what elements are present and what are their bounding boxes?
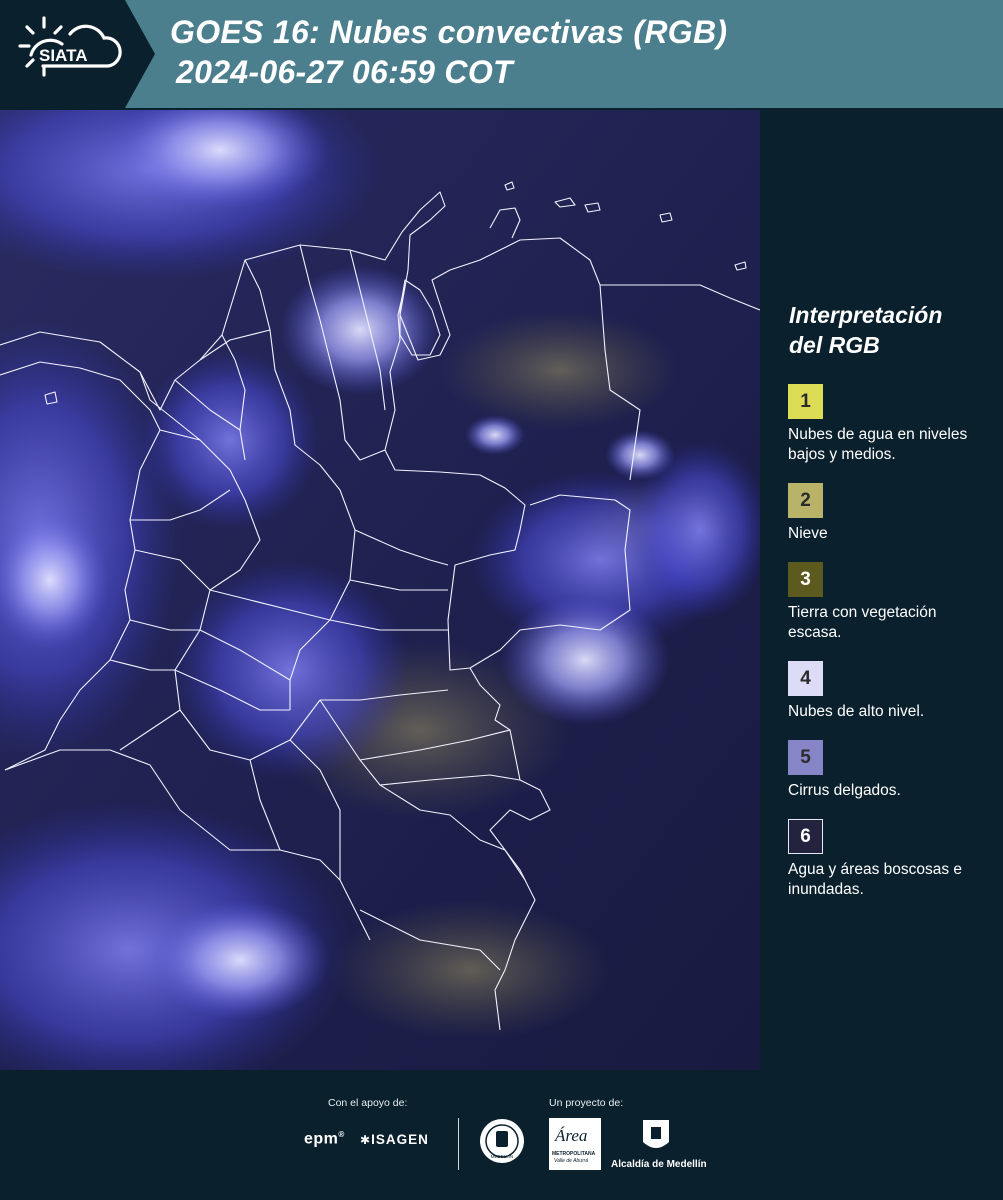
siata-logo: SIATA (0, 0, 155, 108)
seal-text: MEDELLÍN (491, 1153, 514, 1159)
legend-number: 3 (800, 568, 811, 590)
legend-label: Cirrus delgados. (788, 782, 901, 799)
isagen-logo: ✱ISAGEN (360, 1132, 429, 1147)
isagen-icon: ✱ (360, 1133, 372, 1147)
legend-title-line2: del RGB (789, 332, 880, 358)
alcaldia-logo-text: Alcaldía de Medellín (611, 1159, 707, 1170)
legend-label: Agua y áreas boscosas e inundadas. (788, 861, 963, 898)
legend-number: 6 (800, 825, 811, 847)
epm-logo: epm® (304, 1130, 345, 1148)
header: SIATA GOES 16: Nubes convectivas (RGB) 2… (0, 0, 1003, 108)
satellite-map[interactable] (0, 110, 760, 1070)
legend-number: 5 (800, 746, 811, 768)
page-datetime: 2024-06-27 06:59 COT (176, 54, 513, 90)
legend-item-2: 2 Nieve (788, 483, 990, 544)
legend-label: Tierra con vegetación escasa. (788, 604, 937, 641)
area-logo-sub: METROPOLITANA (552, 1151, 596, 1157)
legend-item-3: 3 Tierra con vegetación escasa. (788, 562, 990, 643)
legend-number: 4 (800, 667, 811, 689)
legend-swatch: 5 (788, 740, 823, 775)
legend-number: 1 (800, 390, 811, 412)
footer-divider (458, 1118, 459, 1170)
legend-label: Nubes de alto nivel. (788, 703, 925, 720)
medellin-seal-icon: MEDELLÍN (478, 1117, 526, 1165)
footer: Con el apoyo de: Un proyecto de: epm® ✱I… (0, 1070, 1003, 1200)
siata-logo-text: SIATA (39, 46, 87, 65)
page-title: GOES 16: Nubes convectivas (RGB) (170, 14, 728, 50)
area-metropolitana-logo: Área METROPOLITANA Valle de Aburrá (549, 1118, 601, 1170)
area-logo-text: Área (555, 1126, 588, 1145)
legend-label: Nubes de agua en niveles bajos y medios. (788, 426, 968, 463)
alcaldia-shield-icon (640, 1118, 672, 1156)
area-logo-sub2: Valle de Aburrá (554, 1158, 589, 1164)
legend-item-6: 6 Agua y áreas boscosas e inundadas. (788, 819, 990, 900)
project-label: Un proyecto de: (549, 1097, 624, 1109)
isagen-logo-text: ISAGEN (371, 1132, 429, 1147)
legend-swatch: 1 (788, 384, 823, 419)
legend-label: Nieve (788, 525, 828, 542)
legend-item-5: 5 Cirrus delgados. (788, 740, 990, 801)
epm-logo-text: epm (304, 1130, 339, 1148)
legend-title-line1: Interpretación (789, 302, 943, 328)
legend-swatch: 4 (788, 661, 823, 696)
legend-swatch: 3 (788, 562, 823, 597)
support-label: Con el apoyo de: (328, 1097, 408, 1109)
legend-swatch: 6 (788, 819, 823, 854)
legend-title: Interpretación del RGB (789, 300, 990, 360)
legend-number: 2 (800, 489, 811, 511)
legend-item-1: 1 Nubes de agua en niveles bajos y medio… (788, 384, 990, 465)
legend-item-4: 4 Nubes de alto nivel. (788, 661, 990, 722)
rgb-legend: Interpretación del RGB 1 Nubes de agua e… (775, 300, 990, 900)
legend-swatch: 2 (788, 483, 823, 518)
